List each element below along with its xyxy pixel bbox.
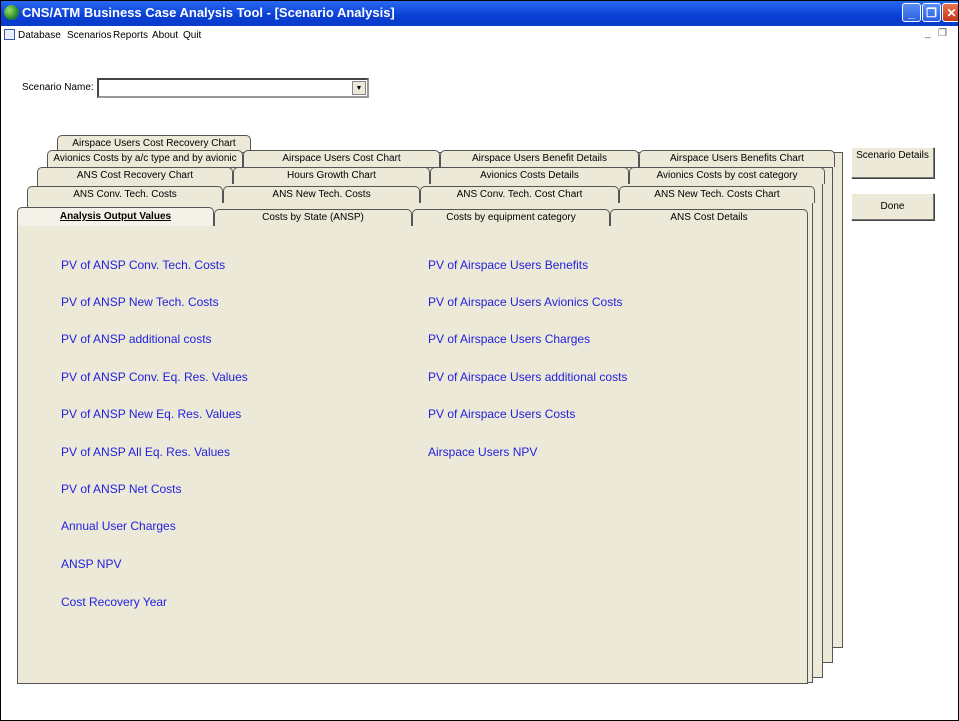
tab-airspace-users-cost-chart[interactable]: Airspace Users Cost Chart [243,150,440,167]
tab-ans-conv-tech-cost-chart[interactable]: ANS Conv. Tech. Cost Chart [420,186,619,203]
tab-ans-new-tech-costs[interactable]: ANS New Tech. Costs [223,186,420,203]
tab-avionics-costs-by-type[interactable]: Avionics Costs by a/c type and by avioni… [47,150,243,167]
link-pv-ansp-all-eq-res-values[interactable]: PV of ANSP All Eq. Res. Values [61,445,230,459]
tab-costs-by-equipment-category[interactable]: Costs by equipment category [412,209,610,226]
link-cost-recovery-year[interactable]: Cost Recovery Year [61,595,167,609]
done-button[interactable]: Done [851,193,934,220]
link-pv-ansp-conv-tech-costs[interactable]: PV of ANSP Conv. Tech. Costs [61,258,225,272]
restore-icon[interactable]: ❐ [922,3,941,22]
document-icon[interactable] [4,29,15,40]
minimize-icon[interactable]: _ [902,3,921,22]
dropdown-arrow-icon[interactable]: ▼ [352,81,366,95]
menu-reports[interactable]: Reports [113,30,148,41]
tab-analysis-output-values-label: Analysis Output Values [59,211,172,222]
window-title: CNS/ATM Business Case Analysis Tool - [S… [22,5,395,20]
tab-ans-conv-tech-costs[interactable]: ANS Conv. Tech. Costs [27,186,223,203]
child-minimize-icon[interactable]: _ [925,28,931,39]
title-bar: CNS/ATM Business Case Analysis Tool - [S… [0,0,959,26]
analysis-output-panel: PV of ANSP Conv. Tech. Costs PV of ANSP … [17,226,808,684]
tab-airspace-users-benefit-details[interactable]: Airspace Users Benefit Details [440,150,639,167]
link-pv-ansp-net-costs[interactable]: PV of ANSP Net Costs [61,482,182,496]
menu-database[interactable]: Database [18,30,61,41]
link-pv-airspace-users-additional-costs[interactable]: PV of Airspace Users additional costs [428,370,627,384]
tab-ans-cost-recovery-chart[interactable]: ANS Cost Recovery Chart [37,167,233,184]
menu-about[interactable]: About [152,30,178,41]
scenario-name-select[interactable]: ▼ [97,78,369,98]
link-pv-airspace-users-charges[interactable]: PV of Airspace Users Charges [428,332,590,346]
tab-costs-by-state[interactable]: Costs by State (ANSP) [214,209,412,226]
link-pv-airspace-users-costs[interactable]: PV of Airspace Users Costs [428,407,575,421]
close-icon[interactable]: ✕ [942,3,959,22]
menu-bar: Database Scenarios Reports About Quit _ … [0,27,959,44]
tab-ans-cost-details[interactable]: ANS Cost Details [610,209,808,226]
link-pv-ansp-conv-eq-res-values[interactable]: PV of ANSP Conv. Eq. Res. Values [61,370,248,384]
link-ansp-npv[interactable]: ANSP NPV [61,557,121,571]
tab-avionics-costs-details[interactable]: Avionics Costs Details [430,167,629,184]
tab-airspace-users-benefits-chart[interactable]: Airspace Users Benefits Chart [639,150,835,167]
scenario-details-button[interactable]: Scenario Details [851,147,934,178]
menu-scenarios[interactable]: Scenarios [67,30,111,41]
tab-hours-growth-chart[interactable]: Hours Growth Chart [233,167,430,184]
child-restore-icon[interactable]: ❐ [938,28,947,39]
link-pv-airspace-users-benefits[interactable]: PV of Airspace Users Benefits [428,258,588,272]
link-pv-ansp-new-tech-costs[interactable]: PV of ANSP New Tech. Costs [61,295,219,309]
link-pv-ansp-new-eq-res-values[interactable]: PV of ANSP New Eq. Res. Values [61,407,241,421]
scenario-name-label: Scenario Name: [22,82,94,93]
link-pv-airspace-users-avionics-costs[interactable]: PV of Airspace Users Avionics Costs [428,295,623,309]
app-globe-icon [4,5,19,20]
tab-analysis-output-values[interactable]: Analysis Output Values [17,207,214,227]
tab-ans-new-tech-costs-chart[interactable]: ANS New Tech. Costs Chart [619,186,815,203]
menu-quit[interactable]: Quit [183,30,201,41]
link-annual-user-charges[interactable]: Annual User Charges [61,519,176,533]
tab-avionics-costs-by-cost-category[interactable]: Avionics Costs by cost category [629,167,825,184]
link-pv-ansp-additional-costs[interactable]: PV of ANSP additional costs [61,332,212,346]
link-airspace-users-npv[interactable]: Airspace Users NPV [428,445,537,459]
